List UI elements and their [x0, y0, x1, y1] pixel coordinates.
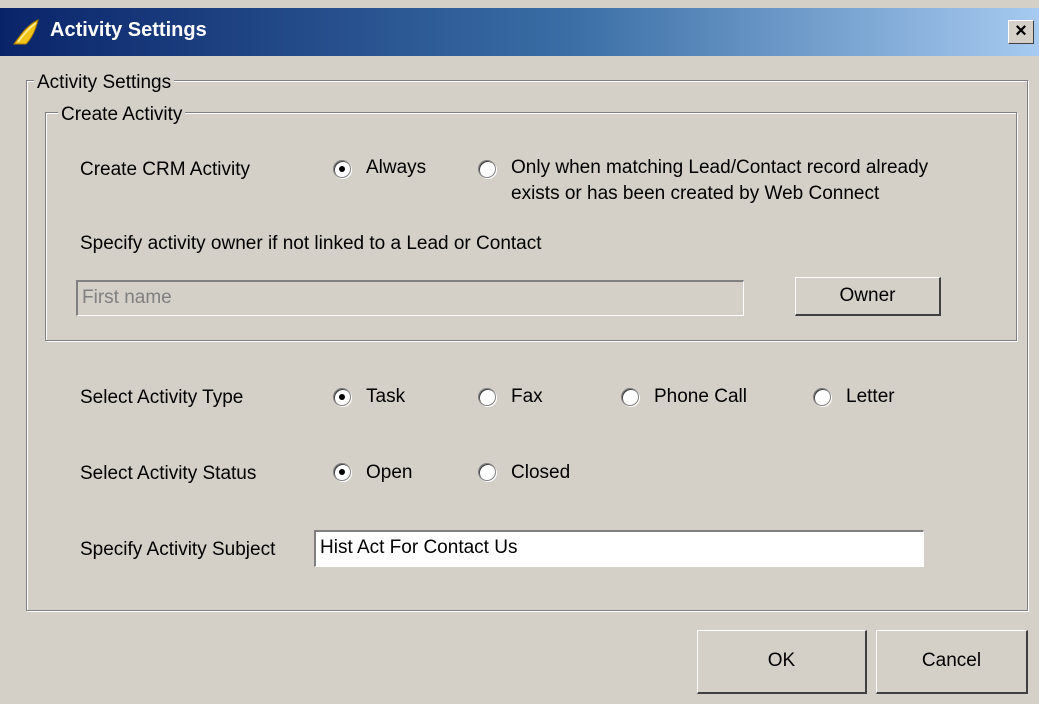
radio-type-task-label[interactable]: Task	[366, 385, 405, 409]
radio-type-fax-label[interactable]: Fax	[511, 385, 543, 409]
activity-subject-label: Specify Activity Subject	[80, 539, 276, 560]
window-title: Activity Settings	[50, 19, 207, 41]
radio-type-letter[interactable]	[813, 388, 831, 406]
radio-type-phone-call-label[interactable]: Phone Call	[654, 385, 747, 409]
radio-status-closed-label[interactable]: Closed	[511, 461, 570, 485]
owner-first-name-field: First name	[76, 280, 744, 316]
radio-type-phone-call[interactable]	[621, 388, 639, 406]
radio-type-letter-label[interactable]: Letter	[846, 385, 895, 409]
radio-always-label[interactable]: Always	[366, 156, 426, 180]
ok-button[interactable]: OK	[697, 630, 867, 694]
close-icon[interactable]: ×	[1008, 20, 1034, 44]
create-activity-group-label: Create Activity	[58, 104, 186, 126]
activity-subject-input[interactable]: Hist Act For Contact Us	[314, 530, 924, 567]
create-crm-activity-label: Create CRM Activity	[80, 159, 250, 180]
app-icon	[13, 19, 39, 45]
activity-status-label: Select Activity Status	[80, 463, 257, 484]
radio-type-task[interactable]	[333, 388, 351, 406]
activity-settings-dialog: Activity Settings × Activity Settings Cr…	[0, 0, 1039, 704]
radio-type-fax[interactable]	[478, 388, 496, 406]
radio-status-open[interactable]	[333, 463, 351, 481]
radio-always[interactable]	[333, 160, 351, 178]
title-bar[interactable]: Activity Settings ×	[0, 8, 1039, 56]
radio-only-when-label-line2[interactable]: exists or has been created by Web Connec…	[511, 182, 879, 206]
cancel-button[interactable]: Cancel	[876, 630, 1028, 694]
owner-button[interactable]: Owner	[795, 277, 941, 316]
radio-status-closed[interactable]	[478, 463, 496, 481]
radio-status-open-label[interactable]: Open	[366, 461, 412, 485]
activity-type-label: Select Activity Type	[80, 387, 244, 408]
radio-only-when-label-line1[interactable]: Only when matching Lead/Contact record a…	[511, 156, 928, 180]
owner-hint-text: Specify activity owner if not linked to …	[80, 233, 542, 254]
activity-settings-group-label: Activity Settings	[34, 72, 175, 94]
radio-only-when-matching[interactable]	[478, 160, 496, 178]
